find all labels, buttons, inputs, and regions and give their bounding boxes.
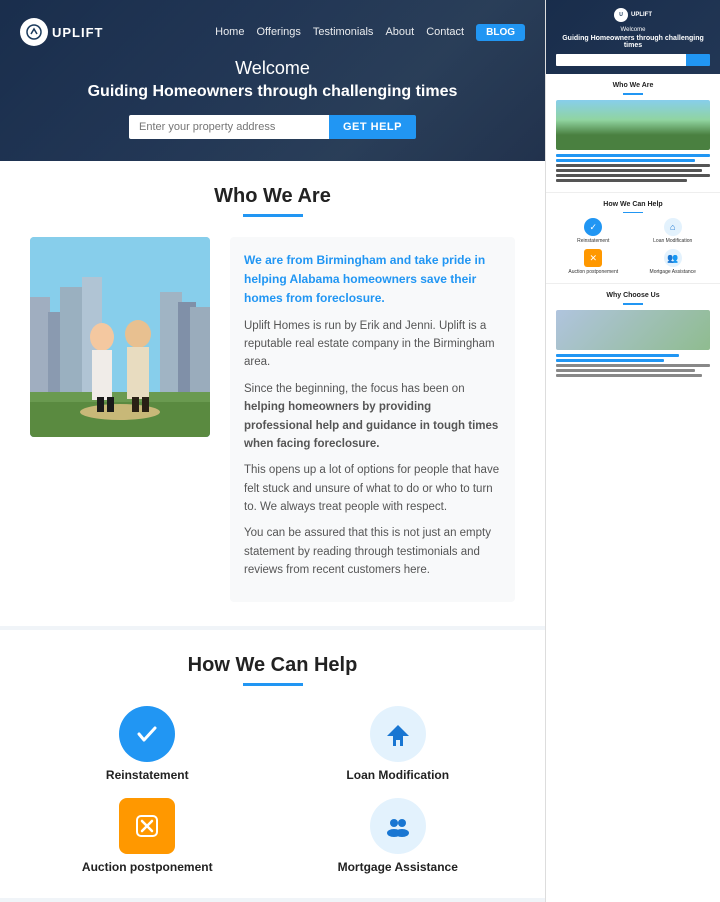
hero-search-input[interactable] xyxy=(129,115,329,139)
help-item-loan-modification: Loan Modification xyxy=(281,706,516,782)
help-item-auction-postponement: Auction postponement xyxy=(30,798,265,874)
sidebar-loan-label: Loan Modification xyxy=(653,238,692,244)
sidebar-reinstatement-label: Reinstatement xyxy=(577,238,609,244)
right-sidebar: U UPLIFT Welcome Guiding Homeowners thro… xyxy=(545,0,720,902)
sidebar-text-line-1 xyxy=(556,154,710,157)
logo-icon xyxy=(20,18,48,46)
who-we-are-title: Who We Are xyxy=(30,185,515,208)
nav-cta-button[interactable]: BLOG xyxy=(476,24,525,41)
sidebar-who-title: Who We Are xyxy=(556,82,710,89)
sidebar-why-section: Why Choose Us xyxy=(546,284,720,387)
sidebar-why-text-line-3 xyxy=(556,364,710,367)
hero-subtitle: Guiding Homeowners through challenging t… xyxy=(20,83,525,101)
sidebar-icon-loan: ⌂ Loan Modification xyxy=(636,218,711,244)
sidebar-search-input-preview xyxy=(556,54,686,66)
sidebar-who-photo xyxy=(556,100,710,150)
loan-modification-icon xyxy=(370,706,426,762)
auction-postponement-label: Auction postponement xyxy=(82,860,213,874)
nav-home[interactable]: Home xyxy=(215,26,244,38)
who-we-are-section: Who We Are xyxy=(0,161,545,626)
sidebar-hero-subtitle: Guiding Homeowners through challenging t… xyxy=(556,35,710,49)
mortgage-assistance-label: Mortgage Assistance xyxy=(338,860,458,874)
sidebar-preview: U UPLIFT Welcome Guiding Homeowners thro… xyxy=(546,0,720,387)
sidebar-how-title: How We Can Help xyxy=(556,201,710,208)
who-we-are-text-box: We are from Birmingham and take pride in… xyxy=(230,237,515,602)
sidebar-why-title: Why Choose Us xyxy=(556,292,710,299)
sidebar-why-text-line-4 xyxy=(556,369,695,372)
reinstatement-icon xyxy=(119,706,175,762)
nav-testimonials[interactable]: Testimonials xyxy=(313,26,374,38)
hero-search-form: GET HELP xyxy=(20,115,525,139)
sidebar-how-divider xyxy=(623,212,643,214)
help-item-reinstatement: Reinstatement xyxy=(30,706,265,782)
sidebar-icon-mortgage: 👥 Mortgage Assistance xyxy=(636,249,711,275)
sidebar-text-line-4 xyxy=(556,169,702,172)
nav-about[interactable]: About xyxy=(385,26,414,38)
who-we-are-content: We are from Birmingham and take pride in… xyxy=(30,237,515,602)
help-items-grid: Reinstatement Loan Modification xyxy=(30,706,515,874)
sidebar-x-icon: ✕ xyxy=(584,249,602,267)
sidebar-why-text-line-2 xyxy=(556,359,664,362)
who-highlight-text: We are from Birmingham and take pride in… xyxy=(244,251,501,309)
who-para-4: You can be assured that this is not just… xyxy=(244,524,501,579)
sidebar-logo-icon: U xyxy=(614,8,628,22)
who-para-3: This opens up a lot of options for peopl… xyxy=(244,461,501,516)
logo: UPLIFT xyxy=(20,18,104,46)
sidebar-hero: U UPLIFT Welcome Guiding Homeowners thro… xyxy=(546,0,720,74)
sidebar-search-bar xyxy=(556,54,710,66)
sidebar-why-text xyxy=(556,354,710,377)
hero-title: Welcome xyxy=(20,58,525,79)
sidebar-how-section: How We Can Help ✓ Reinstatement ⌂ Loan M… xyxy=(546,193,720,285)
who-we-are-divider xyxy=(243,214,303,217)
who-we-are-photo xyxy=(30,237,210,437)
sidebar-why-divider xyxy=(623,303,643,305)
sidebar-check-icon: ✓ xyxy=(584,218,602,236)
sidebar-text-line-5 xyxy=(556,174,710,177)
sidebar-house-icon: ⌂ xyxy=(664,218,682,236)
who-bold-text: helping homeowners by providing professi… xyxy=(244,401,498,450)
hero-section: UPLIFT Home Offerings Testimonials About… xyxy=(0,0,545,161)
logo-text: UPLIFT xyxy=(52,25,104,40)
sidebar-search-btn-preview xyxy=(686,54,710,66)
sidebar-text-line-6 xyxy=(556,179,687,182)
sidebar-why-text-line-1 xyxy=(556,354,679,357)
sidebar-why-photo xyxy=(556,310,710,350)
help-item-mortgage-assistance: Mortgage Assistance xyxy=(281,798,516,874)
auction-postponement-icon xyxy=(119,798,175,854)
sidebar-logo-text: UPLIFT xyxy=(631,12,652,18)
loan-modification-label: Loan Modification xyxy=(346,768,449,782)
nav-links: Home Offerings Testimonials About Contac… xyxy=(215,24,525,41)
sidebar-why-text-line-5 xyxy=(556,374,702,377)
sidebar-who-section: Who We Are xyxy=(546,74,720,193)
who-para-1: Uplift Homes is run by Erik and Jenni. U… xyxy=(244,317,501,372)
sidebar-people-icon: 👥 xyxy=(664,249,682,267)
sidebar-who-divider xyxy=(623,93,643,95)
who-para-2: Since the beginning, the focus has been … xyxy=(244,380,501,454)
how-we-can-help-section: How We Can Help Reinstatement Loan Modif… xyxy=(0,630,545,898)
sidebar-icon-auction: ✕ Auction postponement xyxy=(556,249,631,275)
main-content: UPLIFT Home Offerings Testimonials About… xyxy=(0,0,545,902)
sidebar-hero-title: Welcome xyxy=(556,27,710,33)
sidebar-auction-label: Auction postponement xyxy=(568,269,618,275)
hero-nav: UPLIFT Home Offerings Testimonials About… xyxy=(20,18,525,46)
sidebar-text-line-2 xyxy=(556,159,695,162)
mortgage-assistance-icon xyxy=(370,798,426,854)
how-we-can-help-divider xyxy=(243,683,303,686)
reinstatement-label: Reinstatement xyxy=(106,768,189,782)
sidebar-logo: U UPLIFT xyxy=(556,8,710,22)
nav-contact[interactable]: Contact xyxy=(426,26,464,38)
how-we-can-help-title: How We Can Help xyxy=(30,654,515,677)
hero-search-button[interactable]: GET HELP xyxy=(329,115,416,139)
nav-offerings[interactable]: Offerings xyxy=(256,26,300,38)
sidebar-icon-reinstatement: ✓ Reinstatement xyxy=(556,218,631,244)
sidebar-text-lines xyxy=(556,154,710,182)
sidebar-icons-grid: ✓ Reinstatement ⌂ Loan Modification ✕ Au… xyxy=(556,218,710,275)
sidebar-text-line-3 xyxy=(556,164,710,167)
sidebar-mortgage-label: Mortgage Assistance xyxy=(650,269,696,275)
